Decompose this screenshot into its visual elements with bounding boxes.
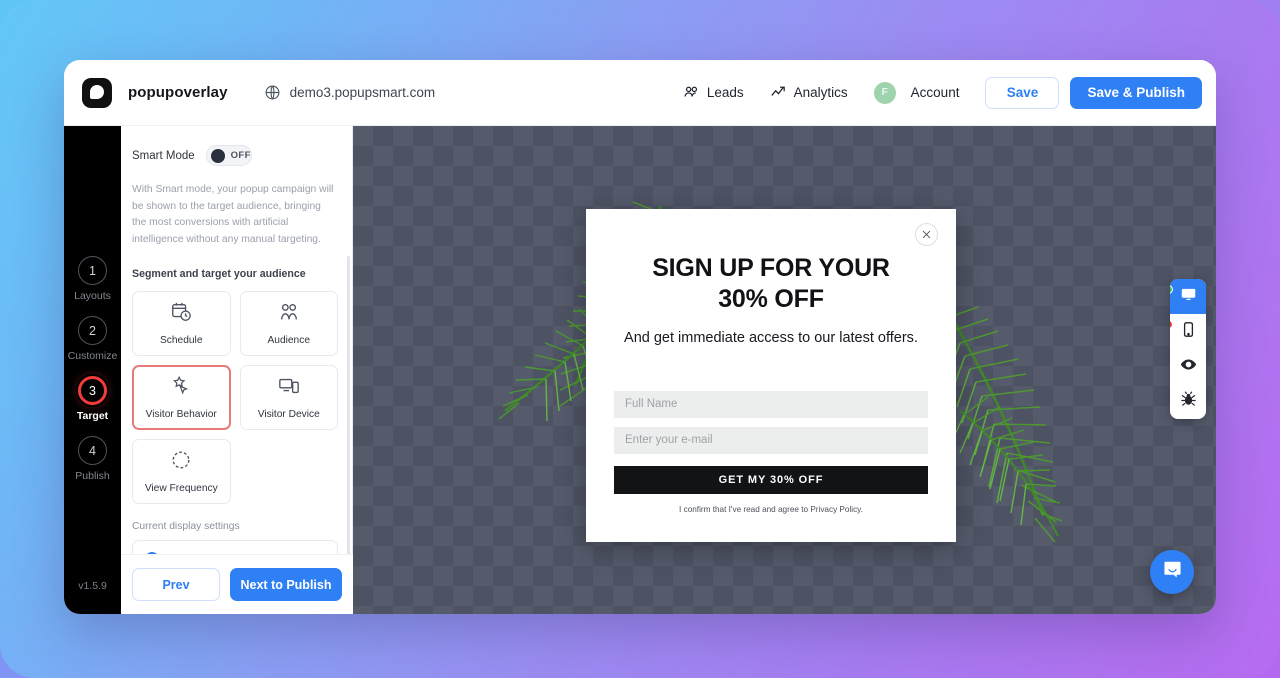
smart-mode-description: With Smart mode, your popup campaign wil… — [132, 184, 334, 246]
debug-button[interactable] — [1170, 384, 1206, 419]
app-header: popupoverlay demo3.popupsmart.com Leads — [64, 60, 1216, 126]
settings-scroll-area: Smart Mode OFF With Smart mode, your pop… — [121, 126, 352, 554]
smart-mode-toggle[interactable]: OFF — [205, 145, 252, 166]
card-label: View Frequency — [144, 482, 218, 494]
popup-consent-text: I confirm that I've read and agree to Pr… — [679, 504, 863, 514]
people-icon — [278, 301, 300, 328]
next-to-publish-button[interactable]: Next to Publish — [230, 568, 342, 601]
avatar: F — [873, 81, 896, 104]
email-input[interactable]: Enter your e-mail — [614, 426, 928, 454]
card-label: Audience — [267, 334, 310, 346]
nav-analytics-label: Analytics — [793, 85, 848, 100]
targeting-settings-panel: Smart Mode OFF With Smart mode, your pop… — [121, 126, 353, 614]
nav-account-label: Account — [910, 85, 960, 100]
site-url[interactable]: demo3.popupsmart.com — [290, 85, 436, 100]
panel-scrollbar[interactable] — [347, 256, 350, 556]
mobile-preview-button[interactable] — [1170, 314, 1206, 349]
card-label: Visitor Device — [257, 408, 320, 420]
panel-footer: Prev Next to Publish — [121, 554, 353, 614]
save-and-publish-button[interactable]: Save & Publish — [1070, 76, 1202, 109]
popup-cta-button[interactable]: GET MY 30% OFF — [614, 465, 928, 494]
segment-heading: Segment and target your audience — [132, 267, 306, 280]
nav-leads-label: Leads — [706, 85, 744, 100]
targeting-card-grid: Schedule Audience Visitor Behavior Visit… — [132, 290, 338, 504]
leads-icon — [683, 83, 700, 103]
card-label: Visitor Behavior — [145, 408, 217, 420]
palm-leaf-right-decoration — [939, 306, 1063, 543]
full-name-input[interactable]: Full Name — [614, 390, 928, 418]
card-visitor-device[interactable]: Visitor Device — [239, 364, 338, 430]
mobile-icon — [1180, 321, 1197, 343]
status-dot-green — [1170, 285, 1173, 294]
preview-button[interactable] — [1170, 349, 1206, 384]
card-audience[interactable]: Audience — [239, 290, 338, 356]
popup-subtitle: And get immediate access to our latest o… — [624, 330, 918, 346]
popup-preview: SIGN UP FOR YOUR 30% OFF And get immedia… — [586, 209, 956, 542]
step-customize[interactable]: 2 Customize — [67, 316, 118, 362]
popup-title: SIGN UP FOR YOUR 30% OFF — [622, 253, 920, 314]
popup-preview-canvas: SIGN UP FOR YOUR 30% OFF And get immedia… — [353, 126, 1216, 614]
nav-account[interactable]: F Account — [873, 81, 960, 104]
smart-mode-label: Smart Mode — [132, 149, 195, 162]
smart-mode-row: Smart Mode OFF — [132, 145, 338, 166]
card-schedule[interactable]: Schedule — [132, 290, 231, 356]
step-number: 1 — [78, 256, 107, 285]
step-label: Layouts — [74, 290, 111, 302]
calendar-clock-icon — [170, 301, 192, 328]
save-button[interactable]: Save — [985, 76, 1060, 109]
app-body: 1 Layouts 2 Customize 3 Target 4 Publish… — [64, 126, 1216, 614]
card-visitor-behavior[interactable]: Visitor Behavior — [132, 364, 231, 430]
brand-name: popupoverlay — [128, 84, 228, 101]
desktop-preview-button[interactable] — [1170, 279, 1206, 314]
eye-icon — [1180, 356, 1197, 378]
toggle-knob — [210, 148, 225, 163]
step-label: Publish — [75, 470, 110, 482]
status-dot-red — [1170, 320, 1173, 329]
step-number: 4 — [77, 436, 107, 465]
clock-refresh-icon — [170, 449, 192, 476]
popup-title-line1: SIGN UP FOR YOUR — [652, 254, 890, 282]
device-preview-toolbar — [1170, 279, 1206, 419]
nav-leads[interactable]: Leads — [683, 83, 744, 103]
app-logo-icon — [82, 77, 112, 108]
nav-analytics[interactable]: Analytics — [770, 83, 848, 103]
header-actions: Leads Analytics F Account Save Save & Pu… — [683, 76, 1216, 109]
chat-launcher-button[interactable] — [1150, 550, 1194, 594]
devices-icon — [278, 375, 300, 402]
bug-icon — [1180, 391, 1197, 413]
analytics-icon — [770, 83, 787, 103]
page-backdrop: popupoverlay demo3.popupsmart.com Leads — [0, 0, 1280, 678]
desktop-icon — [1180, 286, 1197, 308]
cursor-star-icon — [170, 375, 192, 402]
app-window: popupoverlay demo3.popupsmart.com Leads — [64, 60, 1216, 614]
version-label: v1.5.9 — [78, 580, 107, 592]
toggle-state-label: OFF — [230, 150, 251, 161]
display-settings-heading: Current display settings — [132, 520, 240, 532]
step-target[interactable]: 3 Target — [77, 376, 108, 422]
prev-button[interactable]: Prev — [132, 568, 220, 601]
current-display-rules: IF Visitor's device desktop, AND — [132, 539, 338, 554]
chat-bubble-icon — [1162, 559, 1183, 585]
step-number: 2 — [77, 316, 107, 345]
step-publish[interactable]: 4 Publish — [75, 436, 110, 482]
step-label: Target — [76, 410, 109, 422]
card-view-frequency[interactable]: View Frequency — [132, 438, 231, 504]
popup-title-line2: 30% OFF — [718, 284, 824, 313]
card-label: Schedule — [160, 334, 203, 346]
close-icon[interactable] — [915, 223, 938, 246]
step-layouts[interactable]: 1 Layouts — [74, 256, 111, 302]
globe-icon — [264, 84, 281, 101]
step-label: Customize — [67, 350, 118, 362]
steps-rail: 1 Layouts 2 Customize 3 Target 4 Publish… — [64, 126, 121, 614]
step-number: 3 — [78, 376, 107, 405]
